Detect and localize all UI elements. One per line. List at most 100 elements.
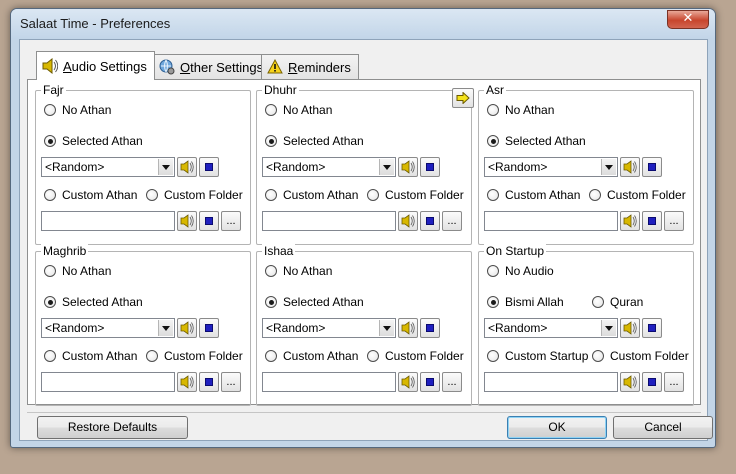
divider [27,412,701,413]
startup-browse-button[interactable]: ... [664,372,684,392]
fajr-no-athan-radio[interactable]: No Athan [44,103,111,117]
close-button[interactable]: ✕ [667,10,709,29]
tab-reminders[interactable]: Reminders [261,54,359,79]
restore-defaults-button[interactable]: Restore Defaults [37,416,188,439]
dhuhr-browse-button[interactable]: ... [442,211,462,231]
dhuhr-athan-select[interactable]: <Random> [262,157,396,177]
fajr-custom-play-button[interactable] [177,211,197,231]
ishaa-custom-stop-button[interactable] [420,372,440,392]
speaker-icon [180,321,194,335]
stop-icon [648,163,656,171]
fajr-custom-stop-button[interactable] [199,211,219,231]
dhuhr-stop-button[interactable] [420,157,440,177]
fajr-play-button[interactable] [177,157,197,177]
speaker-icon [401,375,415,389]
chevron-down-icon [601,159,616,175]
ishaa-stop-button[interactable] [420,318,440,338]
asr-custom-play-button[interactable] [620,211,640,231]
next-prayer-button[interactable] [452,88,474,108]
window-title: Salaat Time - Preferences [20,16,171,31]
startup-no-audio-radio[interactable]: No Audio [487,264,554,278]
asr-custom-folder-radio[interactable]: Custom Folder [589,188,686,202]
maghrib-custom-path-input[interactable] [41,372,175,392]
fajr-athan-select[interactable]: <Random> [41,157,175,177]
group-dhuhr: Dhuhr No Athan Selected Athan <Random> C… [256,83,472,245]
maghrib-play-button[interactable] [177,318,197,338]
ishaa-custom-path-input[interactable] [262,372,396,392]
title-bar[interactable]: Salaat Time - Preferences ✕ [11,9,715,39]
maghrib-custom-play-button[interactable] [177,372,197,392]
startup-bismi-allah-radio[interactable]: Bismi Allah [487,295,564,309]
ishaa-no-athan-radio[interactable]: No Athan [265,264,332,278]
speaker-icon [401,160,415,174]
stop-icon [205,163,213,171]
maghrib-stop-button[interactable] [199,318,219,338]
startup-quran-radio[interactable]: Quran [592,295,643,309]
ishaa-browse-button[interactable]: ... [442,372,462,392]
dhuhr-custom-path-input[interactable] [262,211,396,231]
maghrib-athan-select[interactable]: <Random> [41,318,175,338]
group-dhuhr-title: Dhuhr [262,83,299,97]
cancel-button[interactable]: Cancel [613,416,713,439]
startup-custom-play-button[interactable] [620,372,640,392]
fajr-custom-athan-radio[interactable]: Custom Athan [44,188,137,202]
maghrib-custom-athan-radio[interactable]: Custom Athan [44,349,137,363]
ishaa-athan-select[interactable]: <Random> [262,318,396,338]
ok-button[interactable]: OK [507,416,607,439]
asr-athan-select[interactable]: <Random> [484,157,618,177]
stop-icon [205,217,213,225]
dhuhr-play-button[interactable] [398,157,418,177]
dhuhr-custom-play-button[interactable] [398,211,418,231]
fajr-custom-folder-radio[interactable]: Custom Folder [146,188,243,202]
speaker-icon [180,160,194,174]
startup-audio-select[interactable]: <Random> [484,318,618,338]
settings-globe-icon [159,59,175,75]
maghrib-selected-athan-radio[interactable]: Selected Athan [44,295,143,309]
fajr-selected-athan-radio[interactable]: Selected Athan [44,134,143,148]
stop-icon [648,324,656,332]
ishaa-custom-athan-radio[interactable]: Custom Athan [265,349,358,363]
ishaa-custom-play-button[interactable] [398,372,418,392]
dhuhr-no-athan-radio[interactable]: No Athan [265,103,332,117]
maghrib-custom-folder-radio[interactable]: Custom Folder [146,349,243,363]
ishaa-selected-athan-radio[interactable]: Selected Athan [265,295,364,309]
maghrib-custom-stop-button[interactable] [199,372,219,392]
dhuhr-custom-stop-button[interactable] [420,211,440,231]
ishaa-custom-folder-radio[interactable]: Custom Folder [367,349,464,363]
asr-custom-stop-button[interactable] [642,211,662,231]
startup-custom-path-input[interactable] [484,372,618,392]
asr-custom-path-input[interactable] [484,211,618,231]
speaker-icon [180,214,194,228]
stop-icon [205,378,213,386]
asr-selected-athan-radio[interactable]: Selected Athan [487,134,586,148]
tab-audio-settings[interactable]: Audio Settings [36,51,155,80]
stop-icon [205,324,213,332]
dhuhr-custom-athan-radio[interactable]: Custom Athan [265,188,358,202]
asr-no-athan-radio[interactable]: No Athan [487,103,554,117]
group-ishaa: Ishaa No Athan Selected Athan <Random> C… [256,244,472,406]
fajr-custom-path-input[interactable] [41,211,175,231]
speaker-icon [401,321,415,335]
fajr-stop-button[interactable] [199,157,219,177]
ishaa-play-button[interactable] [398,318,418,338]
startup-stop-button[interactable] [642,318,662,338]
group-on-startup: On Startup No Audio Bismi Allah Quran <R… [478,244,694,406]
tab-other-settings[interactable]: Other Settings [153,54,272,79]
startup-play-button[interactable] [620,318,640,338]
dhuhr-selected-athan-radio[interactable]: Selected Athan [265,134,364,148]
dhuhr-custom-folder-radio[interactable]: Custom Folder [367,188,464,202]
group-fajr: Fajr No Athan Selected Athan <Random> Cu… [35,83,251,245]
asr-custom-athan-radio[interactable]: Custom Athan [487,188,580,202]
audio-settings-panel: Fajr No Athan Selected Athan <Random> Cu… [27,79,701,406]
asr-stop-button[interactable] [642,157,662,177]
startup-custom-startup-radio[interactable]: Custom Startup [487,349,588,363]
fajr-browse-button[interactable]: ... [221,211,241,231]
asr-play-button[interactable] [620,157,640,177]
group-on-startup-title: On Startup [484,244,547,258]
group-asr: Asr No Athan Selected Athan <Random> Cus… [478,83,694,245]
maghrib-no-athan-radio[interactable]: No Athan [44,264,111,278]
asr-browse-button[interactable]: ... [664,211,684,231]
maghrib-browse-button[interactable]: ... [221,372,241,392]
startup-custom-folder-radio[interactable]: Custom Folder [592,349,689,363]
startup-custom-stop-button[interactable] [642,372,662,392]
